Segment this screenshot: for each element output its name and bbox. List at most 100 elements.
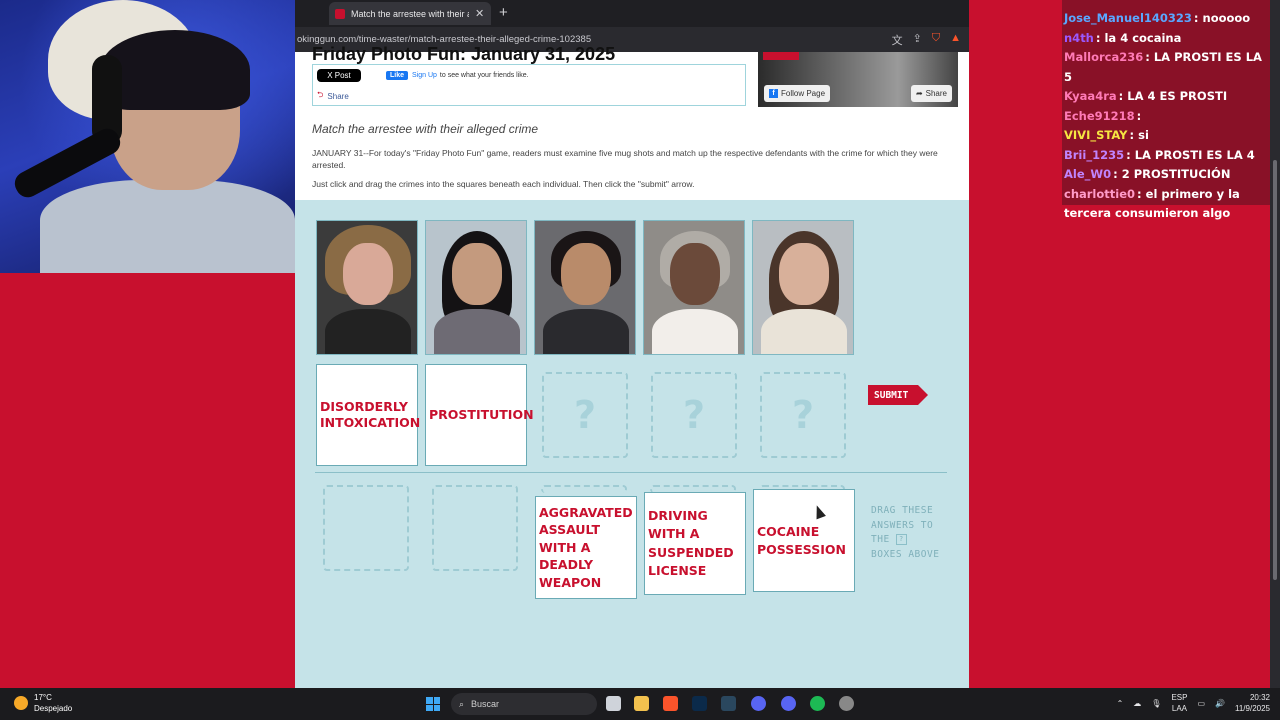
placed-answer-2[interactable]: PROSTITUTION: [425, 364, 534, 466]
photoshop-icon[interactable]: [692, 696, 707, 711]
steam-icon[interactable]: [721, 696, 736, 711]
chat-message: Kyaa4ra: LA 4 ES PROSTI: [1064, 87, 1268, 107]
search-label: Buscar: [471, 699, 500, 709]
chat-separator: :: [1126, 147, 1135, 162]
article-paragraph-1: JANUARY 31--For today's "Friday Photo Fu…: [312, 148, 938, 170]
new-tab-icon[interactable]: +: [499, 4, 508, 21]
chat-message: charlottie0: el primero y la tercera con…: [1064, 185, 1268, 224]
facebook-signup-text: to see what your friends like.: [439, 72, 529, 79]
share-page-icon[interactable]: ⇪: [913, 32, 922, 48]
chat-username[interactable]: VIVI_STAY: [1064, 128, 1127, 142]
facebook-share-button[interactable]: ➦ Share: [910, 85, 952, 102]
question-mark-icon: ?: [573, 393, 597, 437]
translate-icon[interactable]: 文: [892, 32, 903, 48]
chat-text: 2 PROSTITUCIÓN: [1121, 167, 1231, 181]
weather-widget[interactable]: 17°C Despejado: [14, 692, 72, 714]
question-box-icon: ?: [895, 534, 907, 545]
chat-username[interactable]: Mallorca236: [1064, 50, 1143, 64]
chat-separator: :: [1145, 50, 1154, 64]
drop-slot-3[interactable]: ?: [542, 372, 628, 458]
brave-rewards-icon[interactable]: ▲: [950, 32, 961, 48]
chat-text: si: [1138, 128, 1149, 142]
answer-card-aggravated-assault-label: AGGRAVATED ASSAULT WITH A DEADLY WEAPON: [539, 504, 633, 590]
settings-app-icon[interactable]: [839, 696, 854, 711]
facebook-signup-link[interactable]: Sign Up: [412, 72, 437, 79]
answer-card-cocaine-possession[interactable]: COCAINE POSSESSION: [753, 489, 855, 592]
start-button-icon[interactable]: [426, 697, 440, 711]
answer-card-aggravated-assault[interactable]: AGGRAVATED ASSAULT WITH A DEADLY WEAPON: [535, 496, 637, 599]
chat-message: Jose_Manuel140323: nooooo: [1064, 9, 1268, 29]
facebook-like-widget: Like Sign Up to see what your friends li…: [386, 69, 529, 82]
follow-label: Follow Page: [781, 89, 826, 98]
chat-username[interactable]: n4th: [1064, 31, 1094, 45]
discord-icon[interactable]: [781, 696, 796, 711]
vpn-app-icon[interactable]: [751, 696, 766, 711]
facebook-icon: f: [769, 89, 778, 98]
facebook-page-widget: f Follow Page ➦ Share: [758, 52, 958, 107]
chat-message: Ale_W0: 2 PROSTITUCIÓN: [1064, 165, 1268, 185]
mugshot-5: [752, 220, 854, 355]
language-code: ESP: [1171, 693, 1188, 702]
brave-shields-icon[interactable]: ⛉: [932, 32, 940, 48]
placed-answer-1[interactable]: DISORDERLY INTOXICATION: [316, 364, 420, 466]
drop-slot-4[interactable]: ?: [651, 372, 737, 458]
chat-separator: :: [1193, 11, 1203, 25]
chat-separator: :: [1137, 186, 1146, 201]
drop-slot-5[interactable]: ?: [760, 372, 846, 458]
tab-bar: Match the arrestee with their alle ✕ +: [295, 0, 969, 27]
cover-red-tab: [763, 52, 799, 60]
share-label: Share: [327, 91, 349, 101]
x-post-button[interactable]: X Post: [317, 69, 361, 82]
brave-browser-icon[interactable]: [663, 696, 678, 711]
chat-text: LA 4 ES PROSTI: [1127, 89, 1228, 103]
chat-username[interactable]: Jose_Manuel140323: [1064, 11, 1192, 25]
answer-bank-slot-1: [323, 485, 409, 571]
clock[interactable]: 20:32 11/9/2025: [1235, 692, 1270, 714]
mugshot-3: [534, 220, 636, 355]
drag-instructions: DRAG THESE ANSWERS TO THE ? BOXES ABOVE: [871, 504, 943, 562]
cloud-icon[interactable]: ☁: [1133, 699, 1141, 708]
chat-username[interactable]: Eche91218: [1064, 109, 1135, 123]
language-indicator[interactable]: ESP LAA: [1171, 692, 1187, 714]
facebook-like-button[interactable]: Like: [386, 71, 409, 80]
file-explorer-icon[interactable]: [634, 696, 649, 711]
weather-temp: 17°C: [34, 693, 52, 702]
address-bar-actions: 文 ⇪ ⛉ ▲: [892, 32, 961, 48]
answer-card-suspended-license-label: DRIVING WITH A SUSPENDED LICENSE: [648, 507, 734, 579]
share-icon: ⮌: [317, 90, 324, 99]
volume-icon[interactable]: 🔊: [1215, 699, 1225, 708]
mugshot-2: [425, 220, 527, 355]
chat-text: nooooo: [1202, 11, 1251, 25]
chat-message: n4th: la 4 cocaina: [1064, 29, 1268, 49]
display-icon[interactable]: ▭: [1197, 699, 1205, 708]
mugshot-1: [316, 220, 418, 355]
weather-sun-icon: [14, 696, 28, 710]
chat-message: Eche91218:: [1064, 107, 1268, 127]
site-favicon-icon: [335, 8, 345, 19]
chevron-up-icon[interactable]: ⌃: [1117, 699, 1124, 708]
close-tab-icon[interactable]: ✕: [475, 7, 484, 20]
facebook-share-label: Share: [925, 89, 947, 98]
clock-time: 20:32: [1249, 693, 1270, 702]
chat-text: la 4 cocaina: [1104, 30, 1182, 45]
article-subtitle: Match the arrestee with their alleged cr…: [312, 122, 539, 136]
answer-card-cocaine-possession-label: COCAINE POSSESSION: [757, 523, 846, 557]
streamer-shirt: [40, 180, 295, 273]
scrollbar-thumb[interactable]: [1273, 160, 1277, 580]
system-tray: ⌃ ☁ 🎙 ESP LAA ▭ 🔊 20:32 11/9/2025: [1117, 692, 1270, 714]
chat-username[interactable]: charlottie0: [1064, 187, 1135, 201]
spotify-icon[interactable]: [810, 696, 825, 711]
taskbar-search[interactable]: ⌕ Buscar: [451, 693, 597, 715]
task-view-icon[interactable]: [606, 696, 621, 711]
browser-tab[interactable]: Match the arrestee with their alle ✕: [329, 2, 491, 25]
chat-username[interactable]: Ale_W0: [1064, 167, 1111, 181]
submit-button[interactable]: SUBMIT: [868, 385, 928, 405]
page-scrollbar[interactable]: [1270, 0, 1280, 688]
streamer-webcam: [0, 0, 295, 273]
answer-card-suspended-license[interactable]: DRIVING WITH A SUSPENDED LICENSE: [644, 492, 746, 595]
facebook-follow-button[interactable]: f Follow Page: [764, 85, 831, 102]
chat-username[interactable]: Kyaa4ra: [1064, 89, 1117, 103]
share-button[interactable]: ⮌ Share: [317, 89, 349, 103]
microphone-icon[interactable]: 🎙: [1151, 699, 1161, 708]
chat-username[interactable]: Brii_1235: [1064, 148, 1124, 162]
